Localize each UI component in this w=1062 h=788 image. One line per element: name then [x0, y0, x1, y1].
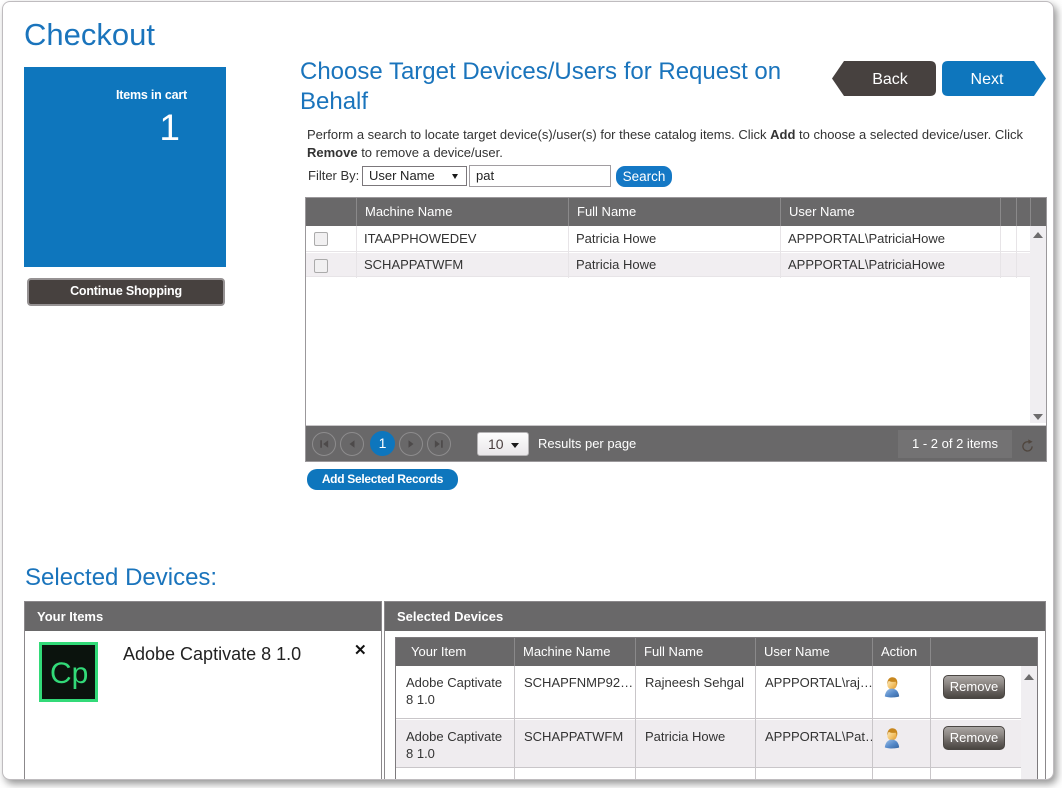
svg-text:Back: Back [872, 71, 909, 88]
svg-text:Next: Next [971, 71, 1004, 88]
